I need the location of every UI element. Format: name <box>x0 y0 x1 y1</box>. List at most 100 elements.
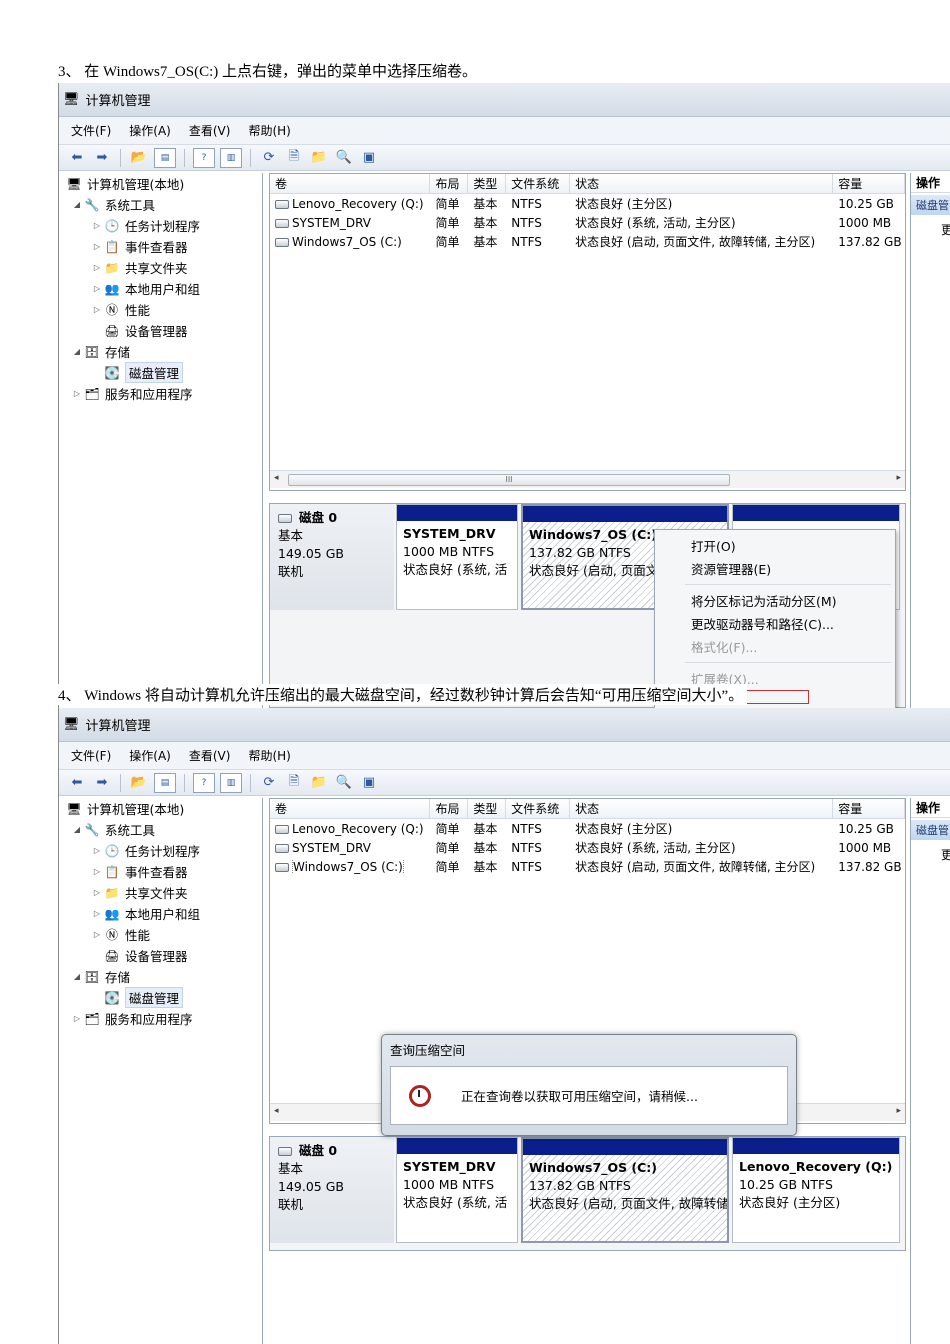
disk-icon[interactable]: ▣ <box>359 148 379 168</box>
tree-task-scheduler[interactable]: 任务计划程序 <box>125 841 200 860</box>
open-folder-icon[interactable]: 📁 <box>309 773 329 793</box>
tree-storage[interactable]: 存储 <box>105 342 130 361</box>
menu-view[interactable]: 查看(V) <box>189 122 231 139</box>
window-title: 计算机管理 <box>85 719 151 734</box>
scroll-left-icon[interactable]: ◂ <box>274 473 279 483</box>
col-volume[interactable]: 卷 <box>270 174 431 193</box>
partition-system-drv[interactable]: SYSTEM_DRV 1000 MB NTFS 状态良好 (系统, 活 <box>396 504 518 610</box>
drive-icon <box>275 843 289 853</box>
col-volume[interactable]: 卷 <box>270 799 431 818</box>
tree-task-scheduler[interactable]: 任务计划程序 <box>125 216 200 235</box>
forward-arrow-icon[interactable]: ➡ <box>92 773 112 793</box>
tree-event-viewer[interactable]: 事件查看器 <box>125 237 188 256</box>
col-filesystem[interactable]: 文件系统 <box>506 174 571 193</box>
tree-root[interactable]: 计算机管理(本地) <box>87 799 184 818</box>
clock-icon <box>409 1084 431 1107</box>
scroll-right-icon[interactable]: ▸ <box>896 473 901 483</box>
scroll-left-icon[interactable]: ◂ <box>274 1106 279 1116</box>
up-folder-icon[interactable]: 📂 <box>129 773 149 793</box>
search-icon[interactable]: 🔍 <box>334 148 354 168</box>
menu-file[interactable]: 文件(F) <box>71 747 111 764</box>
partition-system-drv[interactable]: SYSTEM_DRV 1000 MB NTFS 状态良好 (系统, 活 <box>396 1137 518 1243</box>
col-capacity[interactable]: 容量 <box>833 799 905 818</box>
table-row[interactable]: Lenovo_Recovery (Q:) 简单 基本 NTFS 状态良好 (主分区) 1… <box>270 194 905 213</box>
show-hide-tree-icon[interactable]: ▤ <box>154 147 176 168</box>
horizontal-scrollbar[interactable]: ◂ III ▸ <box>270 470 905 488</box>
menu-action[interactable]: 操作(A) <box>129 747 171 764</box>
col-type[interactable]: 类型 <box>468 799 507 818</box>
search-icon[interactable]: 🔍 <box>334 773 354 793</box>
actions-pane: 操作 磁盘管 更 <box>910 173 950 708</box>
actions-more[interactable]: 更 <box>911 221 950 238</box>
table-row[interactable]: Windows7_OS (C:) 简单 基本 NTFS 状态良好 (启动, 页面文件,… <box>270 232 905 251</box>
forward-arrow-icon[interactable]: ➡ <box>92 148 112 168</box>
properties-icon[interactable]: 🗎 <box>284 148 304 168</box>
tree-system-tools[interactable]: 系统工具 <box>105 820 155 839</box>
disk-icon[interactable]: ▣ <box>359 773 379 793</box>
col-filesystem[interactable]: 文件系统 <box>506 799 571 818</box>
menu-view[interactable]: 查看(V) <box>189 747 231 764</box>
menu-open[interactable]: 打开(O) <box>655 534 895 557</box>
col-status[interactable]: 状态 <box>570 799 834 818</box>
menu-explorer[interactable]: 资源管理器(E) <box>655 557 895 580</box>
tools-icon: 🔧 <box>84 822 100 837</box>
tree-device-manager[interactable]: 设备管理器 <box>125 321 188 340</box>
scroll-right-icon[interactable]: ▸ <box>896 1106 901 1116</box>
volume-list: 卷 布局 类型 文件系统 状态 容量 Lenovo_Recovery (Q:) … <box>269 173 906 491</box>
show-hide-tree-icon[interactable]: ▤ <box>154 772 176 793</box>
menu-help[interactable]: 帮助(H) <box>248 122 290 139</box>
menu-help[interactable]: 帮助(H) <box>248 747 290 764</box>
open-folder-icon[interactable]: 📁 <box>309 148 329 168</box>
up-folder-icon[interactable]: 📂 <box>129 148 149 168</box>
help-icon[interactable]: ? <box>193 772 215 793</box>
menu-action[interactable]: 操作(A) <box>129 122 171 139</box>
actions-more[interactable]: 更 <box>911 846 950 863</box>
tree-disk-management[interactable]: 磁盘管理 <box>125 987 184 1008</box>
storage-icon: 🗄 <box>84 344 100 359</box>
tree-services-apps[interactable]: 服务和应用程序 <box>105 1009 193 1028</box>
help-icon[interactable]: ? <box>193 147 215 168</box>
tree-shared-folders[interactable]: 共享文件夹 <box>125 883 188 902</box>
back-arrow-icon[interactable]: ⬅ <box>67 148 87 168</box>
col-layout[interactable]: 布局 <box>430 799 469 818</box>
tree-services-apps[interactable]: 服务和应用程序 <box>105 384 193 403</box>
menu-mark-active[interactable]: 将分区标记为活动分区(M) <box>655 589 895 612</box>
tree-performance[interactable]: 性能 <box>125 925 150 944</box>
partition-lenovo-recovery[interactable]: Lenovo_Recovery (Q:) 10.25 GB NTFS 状态良好 (主… <box>732 1137 900 1243</box>
col-status[interactable]: 状态 <box>570 174 834 193</box>
actions-pane: 操作 磁盘管 更 <box>910 798 950 1344</box>
tree-device-manager[interactable]: 设备管理器 <box>125 946 188 965</box>
event-viewer-icon: 📋 <box>104 239 120 254</box>
scroll-thumb[interactable]: III <box>288 474 730 486</box>
tree-root[interactable]: 计算机管理(本地) <box>87 174 184 193</box>
users-icon: 👥 <box>104 906 120 921</box>
back-arrow-icon[interactable]: ⬅ <box>67 773 87 793</box>
action-pane-icon[interactable]: ▥ <box>220 147 242 168</box>
action-pane-icon[interactable]: ▥ <box>220 772 242 793</box>
col-capacity[interactable]: 容量 <box>833 174 905 193</box>
table-row[interactable]: SYSTEM_DRV 简单 基本 NTFS 状态良好 (系统, 活动, 主分区) 100… <box>270 213 905 232</box>
tree-local-users[interactable]: 本地用户和组 <box>125 904 200 923</box>
menu-file[interactable]: 文件(F) <box>71 122 111 139</box>
table-row[interactable]: Lenovo_Recovery (Q:) 简单 基本 NTFS 状态良好 (主分区) 1… <box>270 819 905 838</box>
actions-disk-management[interactable]: 磁盘管 <box>911 195 950 215</box>
actions-disk-management[interactable]: 磁盘管 <box>911 820 950 840</box>
table-row[interactable]: SYSTEM_DRV 简单 基本 NTFS 状态良好 (系统, 活动, 主分区) 100… <box>270 838 905 857</box>
col-layout[interactable]: 布局 <box>430 174 469 193</box>
table-row[interactable]: Windows7_OS (C:) 简单 基本 NTFS 状态良好 (启动, 页面文件,… <box>270 857 905 876</box>
tree-local-users[interactable]: 本地用户和组 <box>125 279 200 298</box>
tree-shared-folders[interactable]: 共享文件夹 <box>125 258 188 277</box>
tree-disk-management[interactable]: 磁盘管理 <box>125 362 184 383</box>
menu-format[interactable]: 格式化(F)... <box>655 635 895 658</box>
partition-windows7-os[interactable]: Windows7_OS (C:) 137.82 GB NTFS 状态良好 (启动, … <box>521 1137 729 1243</box>
refresh-icon[interactable]: ⟳ <box>259 148 279 168</box>
menu-change-drive-letter[interactable]: 更改驱动器号和路径(C)... <box>655 612 895 635</box>
col-type[interactable]: 类型 <box>468 174 507 193</box>
tree-system-tools[interactable]: 系统工具 <box>105 195 155 214</box>
refresh-icon[interactable]: ⟳ <box>259 773 279 793</box>
properties-icon[interactable]: 🗎 <box>284 773 304 793</box>
computer-management-window-2: 🖥 计算机管理 文件(F) 操作(A) 查看(V) 帮助(H) ⬅ ➡ 📂 ▤ … <box>58 708 950 1344</box>
tree-performance[interactable]: 性能 <box>125 300 150 319</box>
tree-storage[interactable]: 存储 <box>105 967 130 986</box>
tree-event-viewer[interactable]: 事件查看器 <box>125 862 188 881</box>
